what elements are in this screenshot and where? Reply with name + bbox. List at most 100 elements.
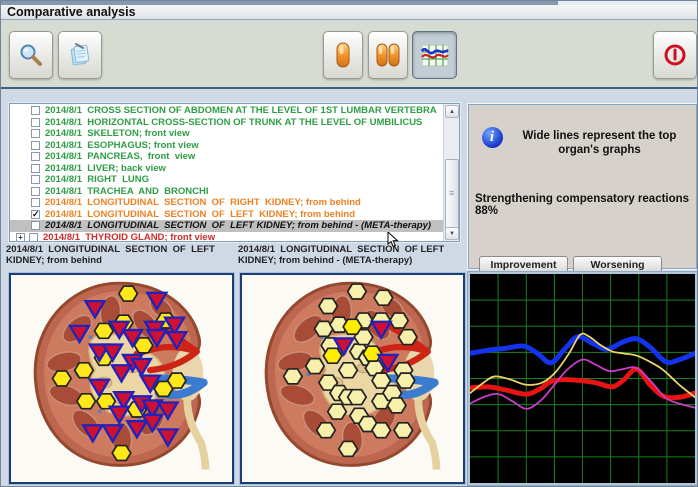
scroll-up-button[interactable]: ▲	[445, 105, 459, 118]
titlebar: Comparative analysis	[1, 5, 698, 20]
organ-row[interactable]: 2014/8/1 LONGITUDINAL SECTION OF LEFT KI…	[10, 220, 443, 232]
hexagon-marker	[154, 381, 173, 396]
comparative-analysis-window: Comparative analysis	[0, 0, 698, 487]
bright-hexagon-marker	[363, 346, 382, 361]
organ-row[interactable]: 2014/8/1 PANCREAS, front view	[10, 151, 443, 163]
compare-organs-view-button[interactable]	[368, 31, 408, 79]
window-title: Comparative analysis	[7, 5, 136, 19]
kidney-image-before[interactable]	[9, 273, 234, 484]
info-message: Wide lines represent the top organ's gra…	[509, 127, 690, 157]
organ-label: 2014/8/1 ESOPHAGUS; front view	[45, 140, 199, 152]
organ-checkbox[interactable]	[31, 164, 40, 173]
pale-hexagon-marker	[390, 313, 409, 328]
pale-hexagon-marker	[394, 423, 413, 438]
improvement-button[interactable]: Improvement	[479, 256, 568, 273]
organ-checkbox[interactable]	[29, 233, 38, 242]
organ-label: 2014/8/1 LONGITUDINAL SECTION OF LEFT KI…	[45, 209, 355, 221]
toolbar	[1, 21, 698, 89]
single-organ-view-button[interactable]	[323, 31, 363, 79]
info-icon: i	[475, 127, 509, 157]
worsening-button[interactable]: Worsening	[573, 256, 662, 273]
organ-checkbox[interactable]	[31, 106, 40, 115]
exit-button[interactable]	[653, 31, 697, 79]
power-icon	[662, 42, 688, 68]
kidney-illustration-before	[11, 275, 232, 482]
comparison-graph-panel[interactable]	[468, 272, 697, 485]
pale-hexagon-marker	[398, 330, 417, 345]
organ-row[interactable]: 2014/8/1 LONGITUDINAL SECTION OF RIGHT K…	[10, 197, 443, 209]
notes-button[interactable]	[58, 31, 102, 79]
hexagon-marker	[119, 286, 138, 301]
pale-hexagon-marker	[339, 363, 358, 378]
organ-checkbox[interactable]	[31, 175, 40, 184]
organ-label: 2014/8/1 TRACHEA AND BRONCHI	[45, 186, 208, 198]
hexagon-marker	[77, 394, 96, 409]
organ-row[interactable]: 2014/8/1 LONGITUDINAL SECTION OF LEFT KI…	[10, 209, 443, 221]
organ-label: 2014/8/1 RIGHT LUNG	[45, 174, 149, 186]
organ-row[interactable]: 2014/8/1 LIVER; back view	[10, 163, 443, 175]
pale-hexagon-marker	[396, 373, 415, 388]
organ-row[interactable]: 2014/8/1 HORIZONTAL CROSS-SECTION OF TRU…	[10, 117, 443, 129]
pale-hexagon-marker	[348, 390, 367, 405]
organ-row[interactable]: 2014/8/1 ESOPHAGUS; front view	[10, 140, 443, 152]
graphs-view-button[interactable]	[412, 31, 457, 79]
bright-hexagon-marker	[343, 319, 362, 334]
expander-icon[interactable]: +	[16, 233, 25, 242]
organ-list-scrollbar[interactable]: ▲ ▼	[443, 104, 459, 241]
magnifier-icon	[18, 42, 44, 68]
organ-checkbox[interactable]	[31, 210, 40, 219]
notes-icon	[67, 42, 93, 68]
organ-label: 2014/8/1 LONGITUDINAL SECTION OF RIGHT K…	[45, 197, 361, 209]
organ-label: 2014/8/1 CROSS SECTION OF ABDOMEN AT THE…	[45, 105, 437, 117]
organ-checkbox[interactable]	[31, 129, 40, 138]
single-pill-icon	[332, 41, 354, 69]
pale-hexagon-marker	[348, 284, 367, 299]
organ-checkbox[interactable]	[31, 152, 40, 161]
organ-checkbox[interactable]	[31, 198, 40, 207]
organ-label: 2014/8/1 LIVER; back view	[45, 163, 166, 175]
pale-hexagon-marker	[306, 359, 325, 374]
hexagon-marker	[112, 446, 131, 461]
organ-row[interactable]: 2014/8/1 RIGHT LUNG	[10, 174, 443, 186]
pale-hexagon-marker	[328, 404, 347, 419]
organ-label: 2014/8/1 LONGITUDINAL SECTION OF LEFT KI…	[45, 220, 431, 232]
bright-hexagon-marker	[323, 348, 342, 363]
organ-label: 2014/8/1 PANCREAS, front view	[45, 151, 195, 163]
organ-label: 2014/8/1 HORIZONTAL CROSS-SECTION OF TRU…	[45, 117, 422, 129]
pale-hexagon-marker	[339, 441, 358, 456]
caption-before: 2014/8/1 LONGITUDINAL SECTION OF LEFT KI…	[6, 244, 232, 266]
organ-row[interactable]: 2014/8/1 CROSS SECTION OF ABDOMEN AT THE…	[10, 105, 443, 117]
organ-row[interactable]: +2014/8/1 THYROID GLAND; front view	[10, 232, 443, 243]
scrollbar-thumb[interactable]	[445, 159, 459, 229]
hexagon-marker	[95, 323, 114, 338]
organ-checkbox[interactable]	[31, 187, 40, 196]
pale-hexagon-marker	[374, 290, 393, 305]
compensatory-status: Strengthening compensatory reactions 88%	[475, 193, 691, 217]
pale-hexagon-marker	[317, 423, 336, 438]
organ-list-rows: 2014/8/1 CROSS SECTION OF ABDOMEN AT THE…	[10, 105, 443, 242]
chart-icon	[420, 41, 450, 69]
info-message-row: i Wide lines represent the top organ's g…	[475, 127, 690, 157]
pale-hexagon-marker	[284, 369, 303, 384]
kidney-illustration-after	[242, 275, 463, 482]
double-pill-icon	[375, 41, 401, 69]
caption-after: 2014/8/1 LONGITUDINAL SECTION OF LEFT KI…	[238, 244, 464, 266]
comparison-graph	[470, 274, 695, 483]
pale-hexagon-marker	[319, 299, 338, 314]
organ-checkbox[interactable]	[31, 141, 40, 150]
organ-row[interactable]: 2014/8/1 SKELETON; front view	[10, 128, 443, 140]
organ-list[interactable]: 2014/8/1 CROSS SECTION OF ABDOMEN AT THE…	[9, 103, 460, 242]
hexagon-marker	[75, 363, 94, 378]
organ-label: 2014/8/1 THYROID GLAND; front view	[43, 232, 215, 243]
info-panel: i Wide lines represent the top organ's g…	[468, 104, 697, 269]
kidney-image-after[interactable]	[240, 273, 465, 484]
pale-hexagon-marker	[387, 398, 406, 413]
organ-checkbox[interactable]	[31, 221, 40, 230]
search-button[interactable]	[9, 31, 53, 79]
pale-hexagon-marker	[372, 423, 391, 438]
scroll-down-button[interactable]: ▼	[445, 227, 459, 240]
organ-label: 2014/8/1 SKELETON; front view	[45, 128, 189, 140]
organ-row[interactable]: 2014/8/1 TRACHEA AND BRONCHI	[10, 186, 443, 198]
hexagon-marker	[53, 371, 72, 386]
organ-checkbox[interactable]	[31, 118, 40, 127]
